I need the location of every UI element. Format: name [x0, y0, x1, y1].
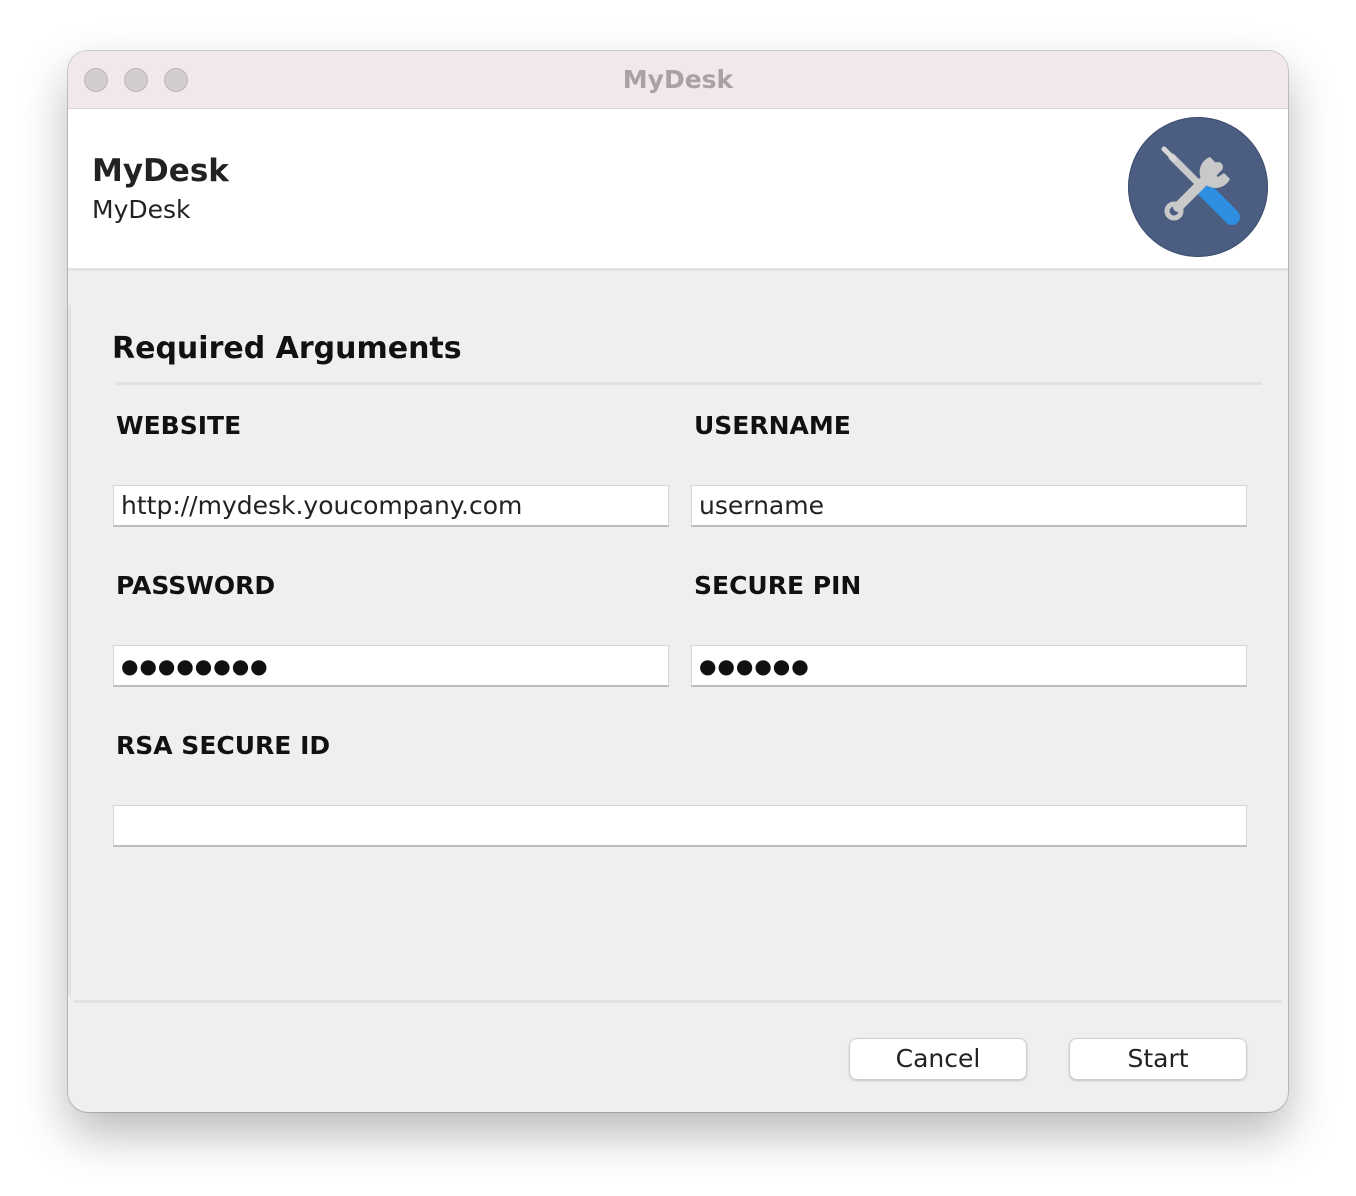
- rsa-secure-id-field[interactable]: [113, 805, 1247, 847]
- secure-pin-field[interactable]: ●●●●●●: [691, 645, 1247, 687]
- footer-divider: [74, 1000, 1282, 1003]
- cancel-button[interactable]: Cancel: [849, 1038, 1027, 1080]
- website-field[interactable]: http://mydesk.youcompany.com: [113, 485, 669, 527]
- app-name: MyDesk: [92, 153, 229, 189]
- password-label: PASSWORD: [116, 571, 276, 600]
- window-title: MyDesk: [622, 65, 734, 94]
- section-title: Required Arguments: [112, 331, 462, 366]
- app-header: MyDesk MyDesk: [68, 109, 1288, 271]
- rsa-secure-id-label: RSA SECURE ID: [116, 731, 331, 760]
- app-subtitle: MyDesk: [92, 195, 191, 224]
- app-window: MyDesk MyDesk MyDesk Required Arguments …: [68, 51, 1288, 1112]
- password-field[interactable]: ●●●●●●●●: [113, 645, 669, 687]
- secure-pin-label: SECURE PIN: [694, 571, 862, 600]
- start-button[interactable]: Start: [1069, 1038, 1247, 1080]
- tools-icon: [1128, 117, 1268, 257]
- section-divider: [116, 382, 1262, 385]
- username-label: USERNAME: [694, 411, 851, 440]
- panel-edge: [68, 305, 71, 995]
- website-label: WEBSITE: [116, 411, 242, 440]
- title-bar[interactable]: MyDesk: [68, 51, 1288, 109]
- username-field[interactable]: username: [691, 485, 1247, 527]
